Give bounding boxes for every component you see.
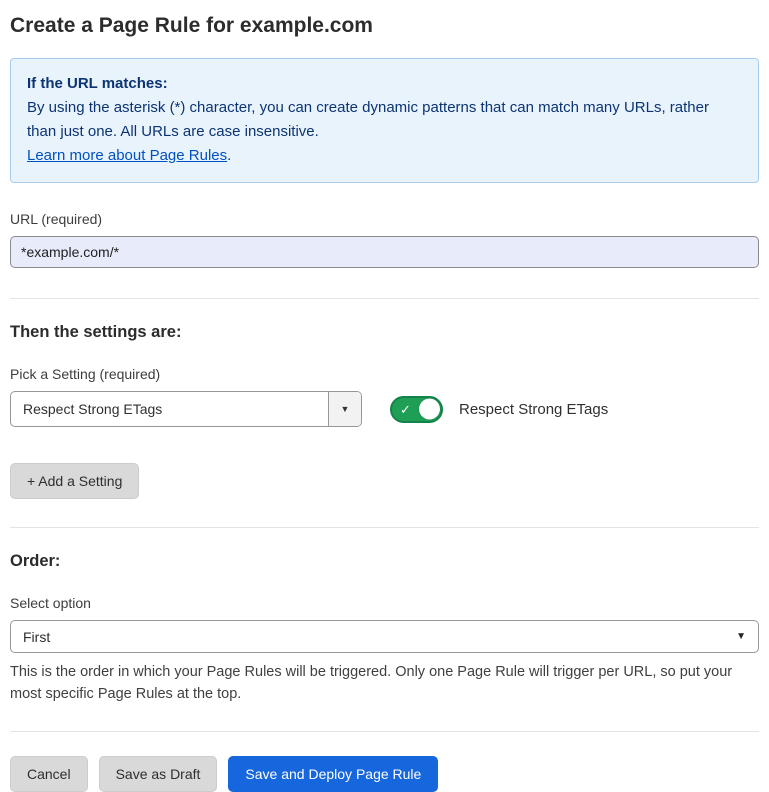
info-box-link-line: Learn more about Page Rules.	[27, 144, 742, 168]
toggle-label: Respect Strong ETags	[459, 401, 608, 418]
settings-section-heading: Then the settings are:	[10, 323, 759, 342]
caret-down-icon: ▼	[736, 631, 746, 642]
setting-select-caret-button[interactable]: ▼	[328, 392, 361, 426]
caret-down-icon: ▼	[341, 404, 350, 414]
order-help-text: This is the order in which your Page Rul…	[10, 661, 759, 705]
order-select-label: Select option	[10, 595, 759, 611]
pick-setting-label: Pick a Setting (required)	[10, 366, 759, 382]
url-input[interactable]	[10, 236, 759, 268]
url-label: URL (required)	[10, 211, 759, 227]
divider	[10, 298, 759, 299]
cancel-button[interactable]: Cancel	[10, 756, 88, 792]
check-icon: ✓	[400, 403, 411, 416]
setting-row: Respect Strong ETags ▼ ✓ Respect Strong …	[10, 391, 759, 427]
toggle-knob	[419, 399, 440, 420]
add-setting-button[interactable]: + Add a Setting	[10, 463, 139, 499]
save-and-deploy-button[interactable]: Save and Deploy Page Rule	[228, 756, 438, 792]
divider	[10, 527, 759, 528]
order-section-heading: Order:	[10, 552, 759, 571]
link-suffix: .	[227, 147, 231, 164]
form-actions: Cancel Save as Draft Save and Deploy Pag…	[10, 756, 759, 792]
order-select-value: First	[23, 629, 736, 645]
respect-strong-etags-toggle[interactable]: ✓	[390, 396, 443, 423]
save-as-draft-button[interactable]: Save as Draft	[99, 756, 218, 792]
info-box-heading: If the URL matches:	[27, 72, 742, 96]
learn-more-link[interactable]: Learn more about Page Rules	[27, 147, 227, 164]
url-match-info-box: If the URL matches: By using the asteris…	[10, 58, 759, 183]
setting-select-value: Respect Strong ETags	[11, 392, 328, 426]
divider	[10, 731, 759, 732]
page-title: Create a Page Rule for example.com	[10, 14, 759, 38]
info-box-body: By using the asterisk (*) character, you…	[27, 96, 742, 144]
setting-select[interactable]: Respect Strong ETags ▼	[10, 391, 362, 427]
create-page-rule-form: Create a Page Rule for example.com If th…	[0, 0, 769, 792]
order-select[interactable]: First ▼	[10, 620, 759, 653]
